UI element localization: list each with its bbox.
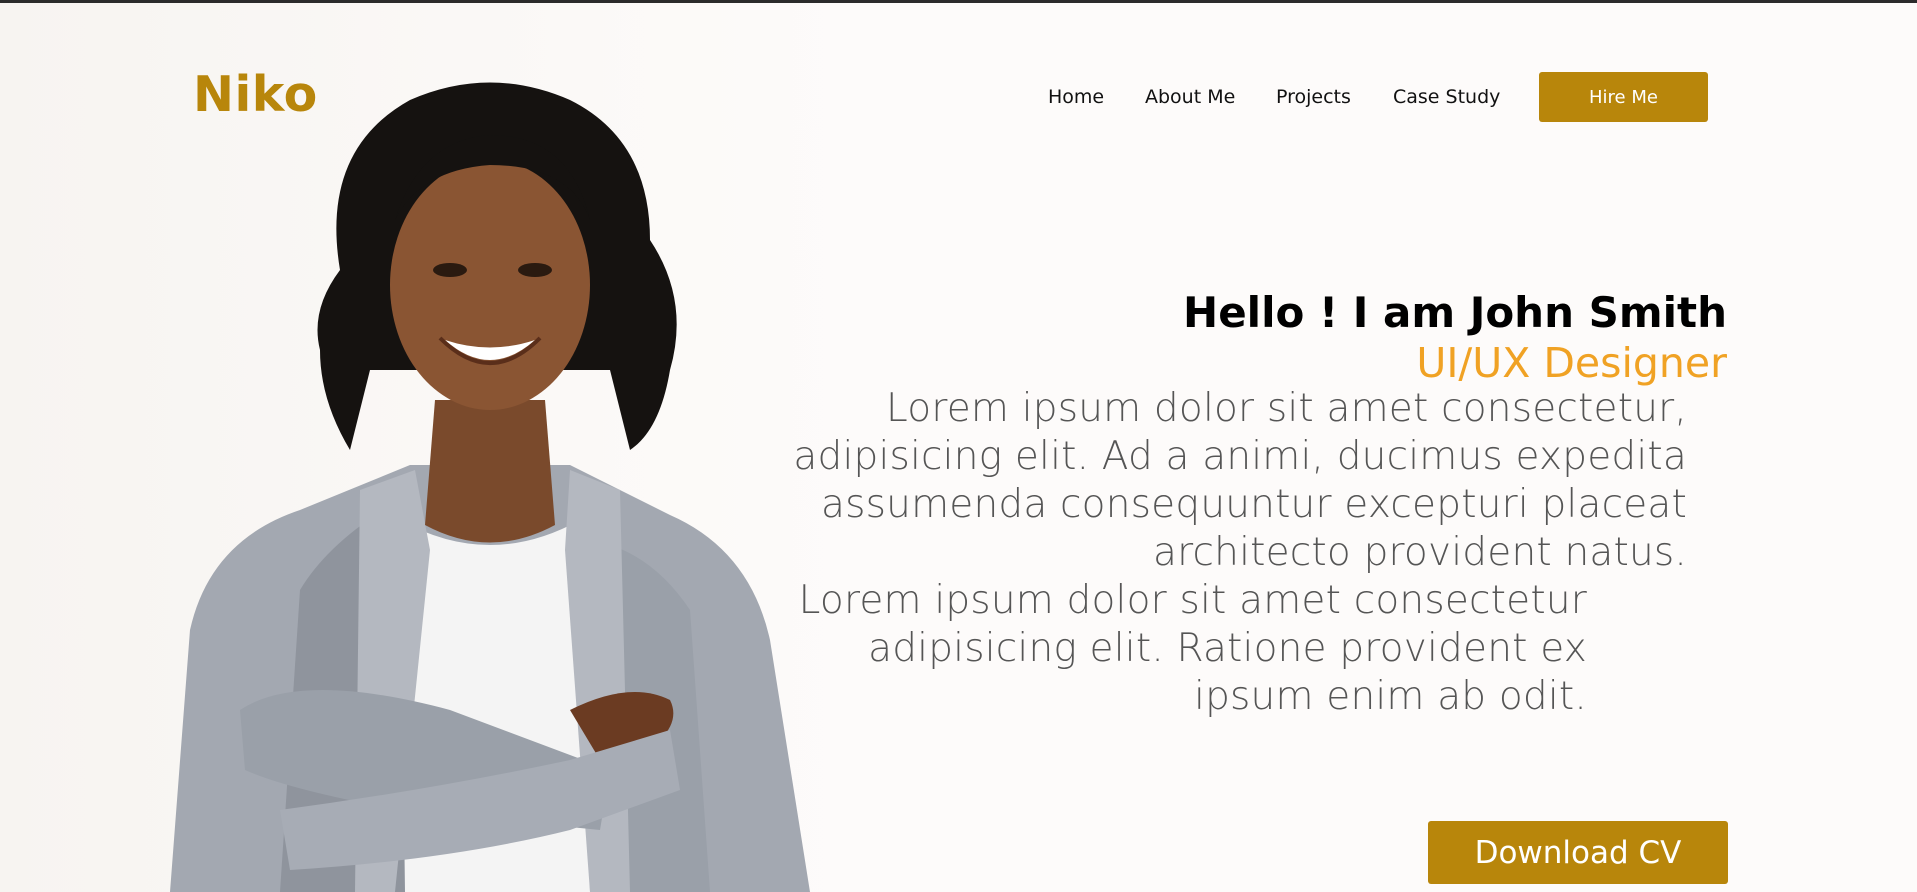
hero-role: UI/UX Designer xyxy=(1416,339,1727,387)
nav-about-me[interactable]: About Me xyxy=(1145,86,1235,108)
face xyxy=(390,160,590,410)
neck xyxy=(425,400,555,543)
nav-case-study[interactable]: Case Study xyxy=(1393,86,1500,108)
portrait-photo xyxy=(170,82,810,892)
hero-greeting: Hello ! I am John Smith xyxy=(1183,288,1727,337)
hire-me-button[interactable]: Hire Me xyxy=(1539,72,1708,122)
hero-section: Hello ! I am John Smith UI/UX Designer L… xyxy=(777,285,1727,721)
nav-home[interactable]: Home xyxy=(1048,86,1104,108)
top-border xyxy=(0,0,1917,3)
eye-right xyxy=(518,263,552,277)
portfolio-page: Niko Home About Me Projects Case Study H… xyxy=(0,0,1917,892)
nav-projects[interactable]: Projects xyxy=(1276,86,1351,108)
eye-left xyxy=(433,263,467,277)
hero-paragraph-1: Lorem ipsum dolor sit amet consectetur, … xyxy=(793,386,1687,575)
hero-paragraph-2: Lorem ipsum dolor sit amet consectetur a… xyxy=(798,578,1587,719)
download-cv-button[interactable]: Download CV xyxy=(1428,821,1728,884)
brand-logo[interactable]: Niko xyxy=(193,66,318,123)
